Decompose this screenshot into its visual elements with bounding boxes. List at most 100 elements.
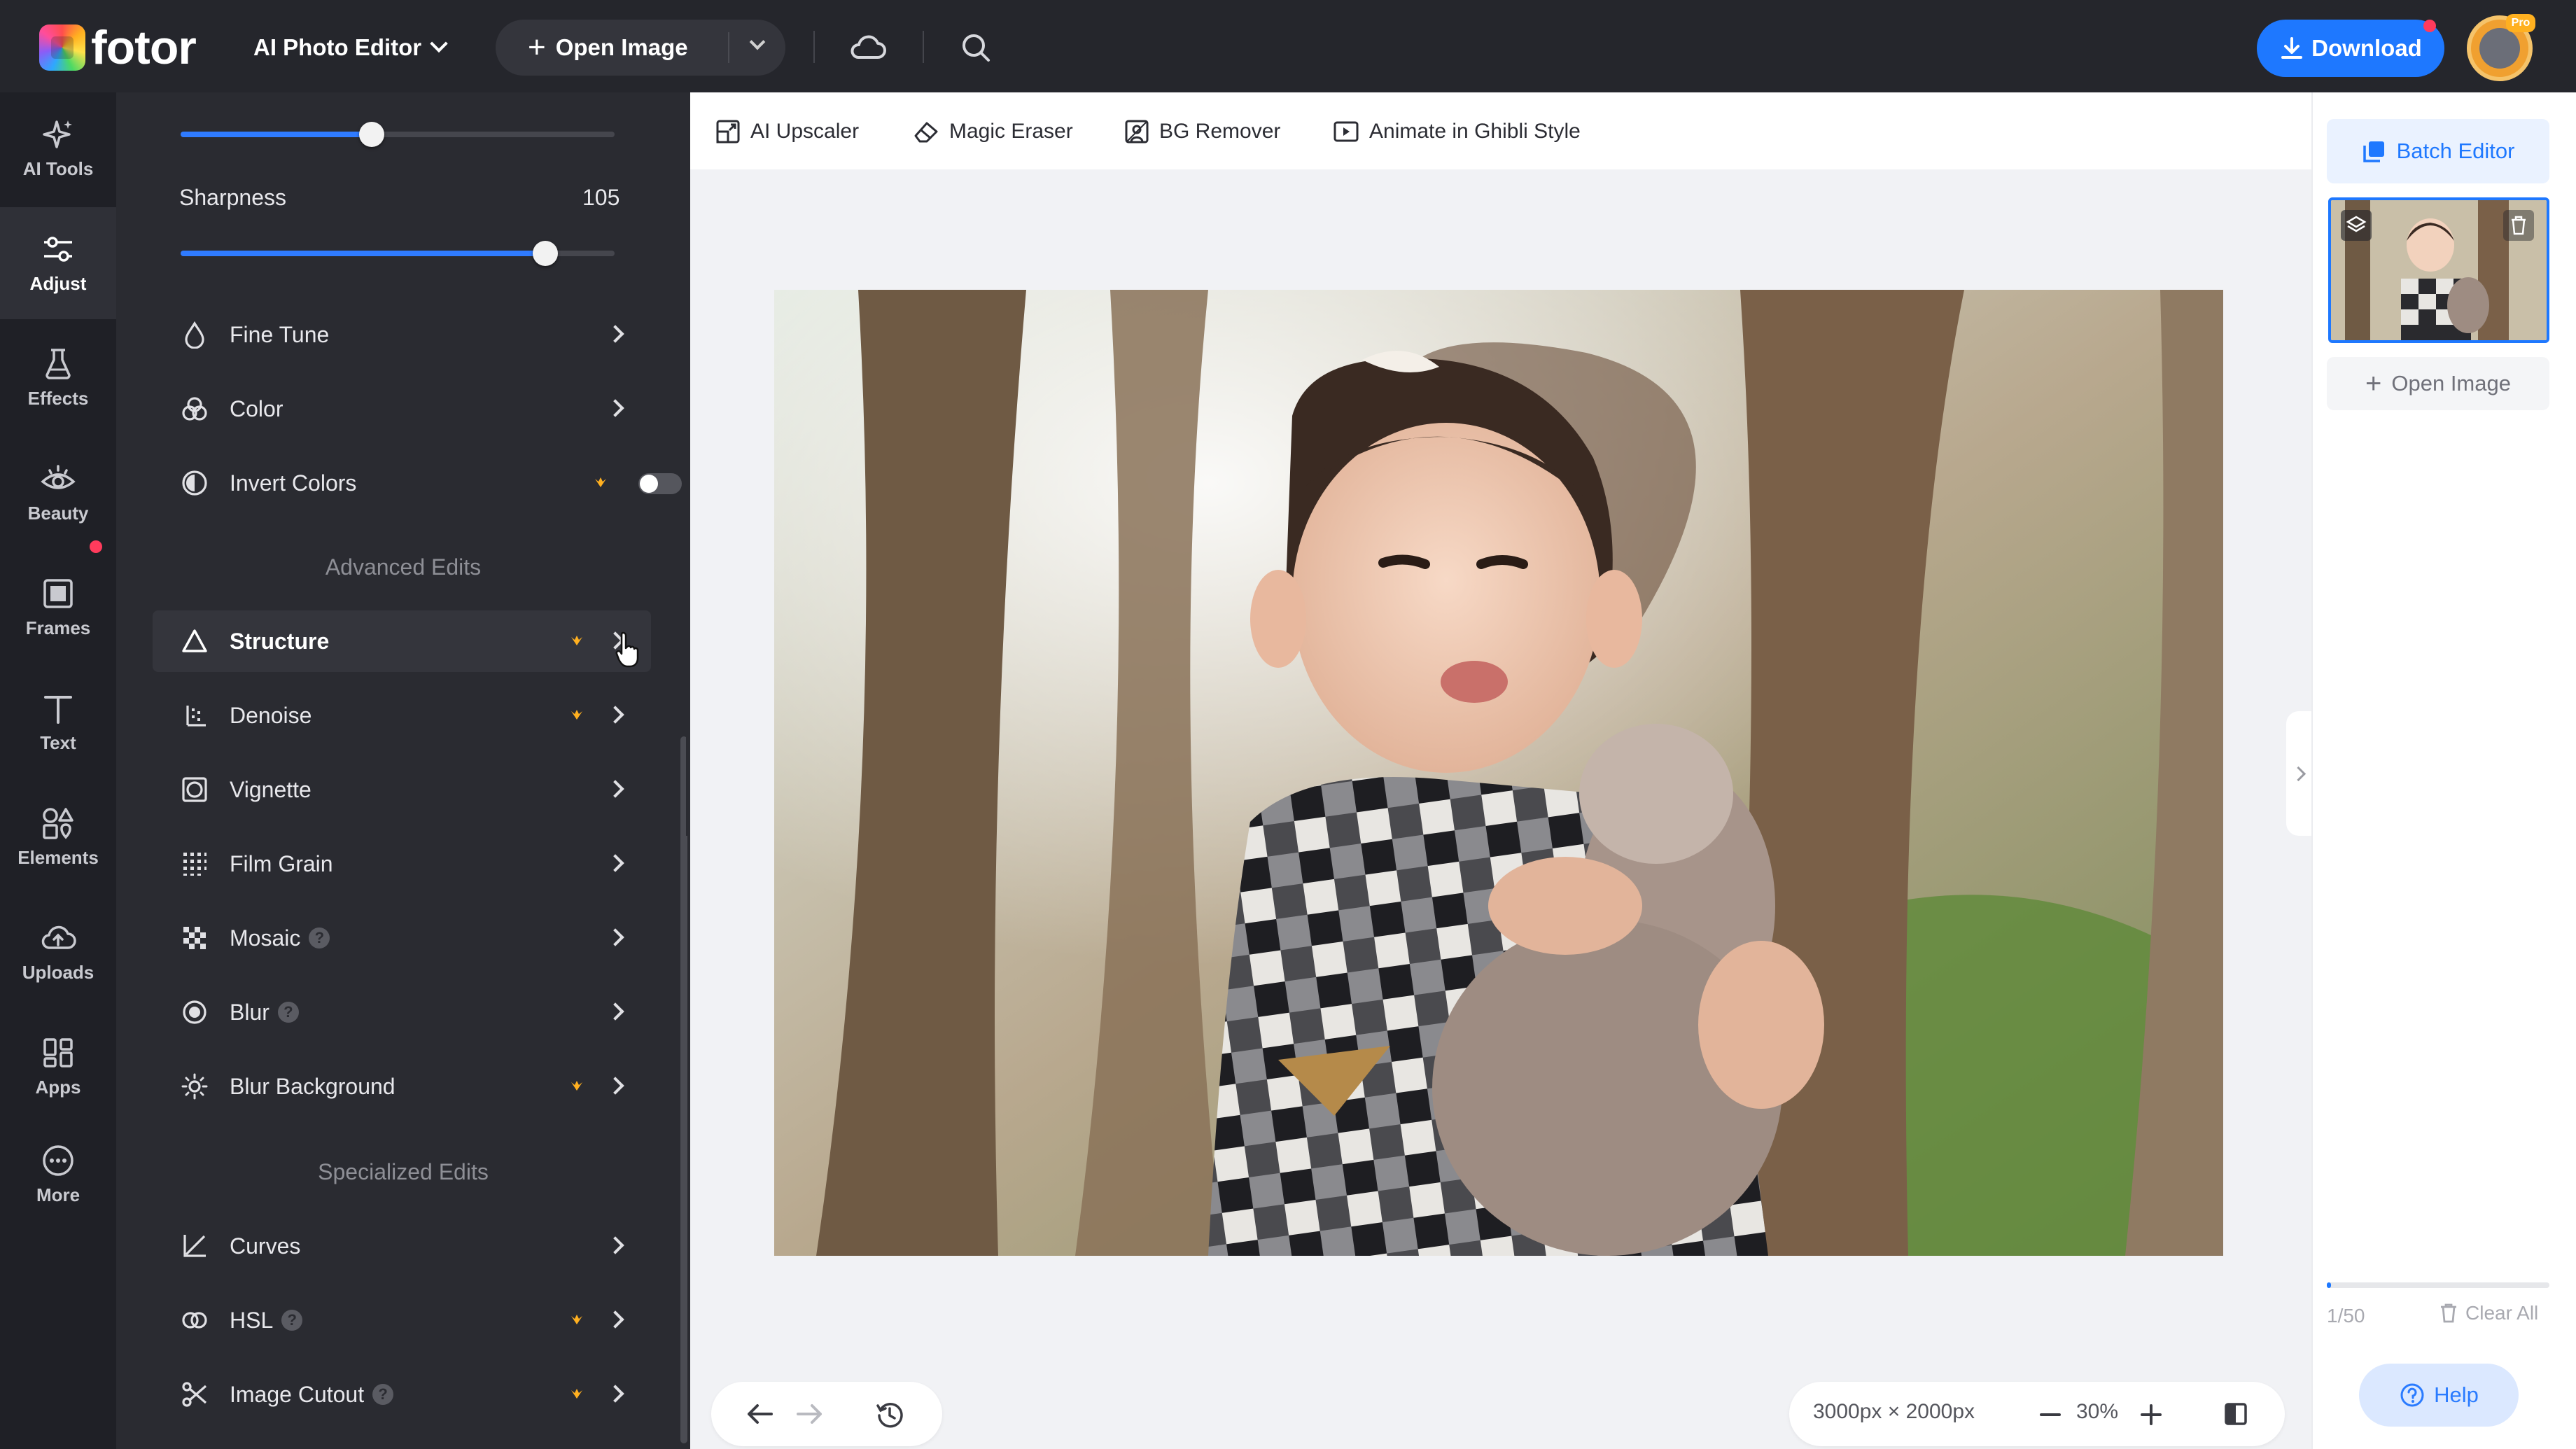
help-circle-icon[interactable]: ?	[309, 927, 330, 948]
editor-mode-dropdown[interactable]: AI Photo Editor	[253, 31, 448, 64]
help-button[interactable]: Help	[2359, 1364, 2519, 1427]
premium-crown-icon	[595, 477, 606, 487]
blur-bg-icon	[181, 1073, 208, 1100]
menu-item-text: Mosaic	[230, 925, 301, 951]
rail-item-text[interactable]: Text	[0, 666, 116, 778]
premium-crown-icon	[571, 1081, 582, 1091]
tool-magic-eraser[interactable]: Magic Eraser	[913, 118, 1073, 146]
menu-item-mosaic[interactable]: Mosaic?	[153, 907, 651, 969]
rail-item-effects[interactable]: Effects	[0, 322, 116, 434]
menu-item-text: Blur	[230, 1000, 270, 1025]
tool-animate-ghibli[interactable]: Animate in Ghibli Style	[1333, 118, 1581, 146]
right-open-image-button[interactable]: + Open Image	[2327, 357, 2549, 410]
help-circle-icon[interactable]: ?	[277, 1001, 299, 1023]
menu-item-image-cutout[interactable]: Image Cutout?	[153, 1364, 651, 1425]
sharpness-value: 105	[582, 185, 620, 210]
denoise-icon	[186, 706, 206, 727]
more-icon	[43, 1144, 74, 1176]
redo-icon[interactable]	[795, 1400, 825, 1428]
apps-icon	[43, 1037, 73, 1068]
chevron-right-icon	[606, 399, 624, 417]
app-window: fotor AI Photo Editor + Open Image Downl…	[0, 0, 2576, 1449]
collapse-right-panel-button[interactable]	[2286, 711, 2311, 836]
history-icon[interactable]	[875, 1400, 904, 1429]
slider-handle[interactable]	[532, 241, 558, 266]
menu-item-label: Fine Tune	[230, 322, 330, 347]
open-image-dropdown-chevron-icon[interactable]	[749, 34, 766, 50]
notification-dot	[2423, 20, 2436, 32]
premium-crown-icon	[571, 1389, 582, 1399]
menu-item-curves[interactable]: Curves	[153, 1215, 651, 1277]
menu-item-label: Blur?	[230, 1000, 299, 1026]
frame-icon	[43, 578, 73, 608]
sharpness-slider[interactable]	[181, 241, 615, 266]
chevron-right-icon	[606, 325, 624, 343]
batch-icon	[2362, 141, 2384, 162]
menu-item-label: Vignette	[230, 777, 312, 802]
rail-item-frames[interactable]: Frames	[0, 552, 116, 664]
chevron-right-icon	[606, 1002, 624, 1021]
compare-icon[interactable]	[2223, 1401, 2248, 1427]
premium-crown-icon	[571, 636, 582, 645]
chevron-down-icon	[430, 34, 448, 53]
rail-item-apps[interactable]: Apps	[0, 1011, 116, 1123]
undo-icon[interactable]	[745, 1400, 774, 1428]
menu-item-blur[interactable]: Blur?	[153, 981, 651, 1043]
menu-item-label: Blur Background	[230, 1074, 396, 1099]
tool-ai-upscaler[interactable]: AI Upscaler	[715, 118, 859, 146]
open-image-button[interactable]: + Open Image	[496, 20, 785, 76]
rail-item-uploads[interactable]: Uploads	[0, 896, 116, 1008]
zoom-in-icon[interactable]	[2139, 1403, 2163, 1427]
fotor-logo-icon	[39, 24, 85, 71]
invert-colors-toggle[interactable]	[638, 473, 682, 494]
menu-item-blur-background[interactable]: Blur Background	[153, 1056, 651, 1117]
clear-all-button[interactable]: Clear All	[2439, 1302, 2538, 1324]
rail-item-beauty[interactable]: Beauty	[0, 437, 116, 549]
menu-item-label: HSL?	[230, 1308, 303, 1334]
help-label: Help	[2434, 1382, 2479, 1407]
menu-item-label: Film Grain	[230, 851, 333, 876]
rail-label: Effects	[27, 387, 89, 409]
layers-icon[interactable]	[2341, 210, 2372, 241]
menu-item-film-grain[interactable]: Film Grain	[153, 833, 651, 895]
tool-bg-remover[interactable]: BG Remover	[1124, 118, 1280, 146]
chevron-right-icon	[606, 1310, 624, 1329]
top-adjust-slider[interactable]	[181, 122, 615, 147]
menu-item-text: Image Cutout	[230, 1382, 365, 1407]
slider-fill	[181, 132, 372, 137]
menu-item-invert-colors[interactable]: Invert Colors	[153, 452, 682, 514]
menu-item-label: Image Cutout?	[230, 1382, 394, 1408]
chevron-right-icon	[606, 780, 624, 798]
cloud-icon[interactable]	[848, 31, 888, 64]
help-circle-icon[interactable]: ?	[372, 1383, 394, 1405]
menu-item-color[interactable]: Color	[153, 378, 651, 440]
pro-badge: Pro	[2506, 14, 2535, 32]
download-button[interactable]: Download	[2257, 20, 2444, 77]
batch-editor-button[interactable]: Batch Editor	[2327, 119, 2549, 183]
canvas-photo[interactable]	[774, 290, 2223, 1256]
menu-item-label: Denoise	[230, 703, 312, 728]
menu-item-label: Color	[230, 396, 284, 421]
image-dimensions: 3000px × 2000px	[1813, 1400, 1975, 1423]
menu-item-hsl[interactable]: HSL?	[153, 1289, 651, 1351]
text-icon	[44, 695, 72, 724]
rail-item-adjust[interactable]: Adjust	[0, 207, 116, 319]
fotor-logo[interactable]: fotor	[39, 21, 197, 74]
rail-item-elements[interactable]: Elements	[0, 781, 116, 893]
rail-item-more[interactable]: More	[0, 1119, 116, 1231]
panel-scrollbar[interactable]	[680, 736, 687, 1443]
slider-handle[interactable]	[358, 122, 384, 147]
menu-item-denoise[interactable]: Denoise	[153, 685, 651, 746]
search-icon[interactable]	[959, 31, 993, 64]
batch-progress-bar	[2327, 1282, 2549, 1288]
trash-icon[interactable]	[2503, 210, 2534, 241]
menu-item-fine-tune[interactable]: Fine Tune	[153, 304, 651, 365]
zoom-out-icon[interactable]	[2038, 1403, 2062, 1427]
rail-item-ai-tools[interactable]: AI Tools	[0, 92, 116, 204]
menu-item-structure[interactable]: Structure	[153, 610, 651, 672]
menu-item-vignette[interactable]: Vignette	[153, 759, 651, 820]
top-divider	[923, 31, 924, 63]
help-circle-icon[interactable]: ?	[281, 1309, 303, 1331]
grain-icon	[183, 853, 206, 876]
zoom-level[interactable]: 30%	[2076, 1400, 2118, 1424]
